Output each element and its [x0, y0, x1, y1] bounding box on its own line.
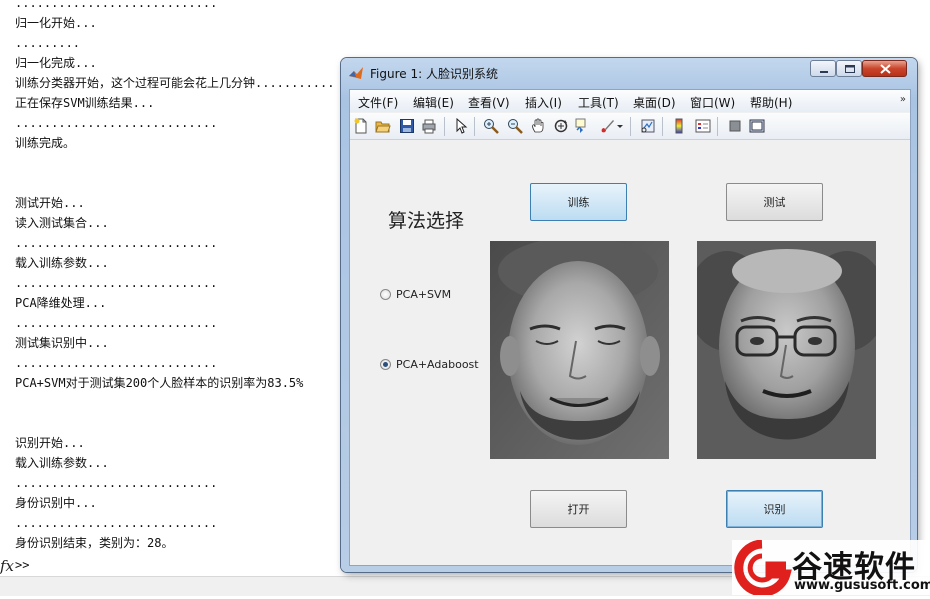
brush-icon[interactable] — [599, 118, 615, 134]
zoom-in-icon[interactable] — [483, 118, 499, 134]
legend-icon[interactable] — [695, 118, 711, 134]
console-line: ............................ — [15, 0, 218, 10]
menu-file[interactable]: 文件(F) — [358, 94, 398, 111]
show-plot-tools-icon[interactable] — [749, 118, 765, 134]
matlab-icon — [349, 67, 363, 79]
console-line: 读入测试集合... — [15, 216, 109, 230]
console-line: ............................ — [15, 356, 218, 370]
menu-insert[interactable]: 插入(I) — [525, 94, 562, 111]
maximize-button[interactable] — [836, 60, 862, 77]
console-line: 载入训练参数... — [15, 256, 109, 270]
console-line: ............................ — [15, 116, 218, 130]
toolbar-separator — [717, 117, 718, 136]
zoom-out-icon[interactable] — [507, 118, 523, 134]
recognize-button[interactable]: 识别 — [726, 490, 823, 528]
console-line: ............................ — [15, 516, 218, 530]
menu-tools[interactable]: 工具(T) — [578, 94, 619, 111]
radio-pca-svm-indicator[interactable] — [380, 289, 391, 300]
figure-client-area: 文件(F) 编辑(E) 查看(V) 插入(I) 工具(T) 桌面(D) 窗口(W… — [349, 89, 911, 566]
open-file-icon[interactable] — [375, 118, 391, 134]
print-icon[interactable] — [421, 118, 437, 134]
test-button[interactable]: 测试 — [726, 183, 823, 221]
menu-overflow-icon[interactable]: » — [900, 94, 906, 105]
menu-desktop[interactable]: 桌面(D) — [633, 94, 676, 111]
console-line: 训练分类器开始，这个过程可能会花上几分钟........... — [15, 76, 335, 90]
pan-icon[interactable] — [530, 118, 546, 134]
fx-icon: fx — [0, 557, 15, 575]
open-button[interactable]: 打开 — [530, 490, 627, 528]
data-cursor-icon[interactable] — [575, 118, 591, 134]
console-line: 训练完成。 — [15, 136, 76, 150]
console-line: 测试开始... — [15, 196, 85, 210]
face-image-match — [697, 241, 876, 459]
menu-window[interactable]: 窗口(W) — [690, 94, 735, 111]
maximize-icon — [845, 65, 855, 73]
console-line: PCA+SVM对于测试集200个人脸样本的识别率为83.5% — [15, 376, 304, 390]
toolbar-separator — [444, 117, 445, 136]
console-line: ............................ — [15, 316, 218, 330]
console-line: 归一化完成... — [15, 56, 97, 70]
figure-canvas: 训练 测试 算法选择 PCA+SVM PCA+Adaboost 打开 识别 — [350, 140, 910, 565]
console-line: 载入训练参数... — [15, 456, 109, 470]
radio-pca-adaboost-indicator[interactable] — [380, 359, 391, 370]
train-button[interactable]: 训练 — [530, 183, 627, 221]
watermark-url: www.gususoft.com — [794, 578, 930, 593]
console-line: ............................ — [15, 236, 218, 250]
menu-help[interactable]: 帮助(H) — [750, 94, 792, 111]
radio-pca-svm[interactable]: PCA+SVM — [380, 288, 451, 301]
close-button[interactable] — [862, 60, 907, 77]
console-line: 身份识别结束，类别为：28。 — [15, 536, 174, 550]
radio-pca-svm-label: PCA+SVM — [396, 288, 452, 301]
console-line: 正在保存SVM训练结果... — [15, 96, 155, 110]
pointer-icon[interactable] — [453, 118, 469, 134]
brush-dropdown-icon[interactable] — [616, 118, 624, 134]
console-line: ............................ — [15, 276, 218, 290]
console-line: 识别开始... — [15, 436, 85, 450]
save-icon[interactable] — [399, 118, 415, 134]
console-line: 归一化开始... — [15, 16, 97, 30]
link-plot-icon[interactable] — [640, 118, 656, 134]
new-figure-icon[interactable] — [353, 118, 369, 134]
rotate-3d-icon[interactable] — [553, 118, 569, 134]
menu-view[interactable]: 查看(V) — [468, 94, 510, 111]
menu-bar: 文件(F) 编辑(E) 查看(V) 插入(I) 工具(T) 桌面(D) 窗口(W… — [350, 90, 910, 112]
minimize-icon — [820, 71, 828, 73]
close-icon — [880, 64, 891, 74]
watermark-logo: 谷速软件 www.gususoft.com — [732, 539, 930, 597]
hide-plot-tools-icon[interactable] — [727, 118, 743, 134]
toolbar-separator — [630, 117, 631, 136]
console-line: PCA降维处理... — [15, 296, 107, 310]
console-line: 身份识别中... — [15, 496, 97, 510]
radio-pca-adaboost[interactable]: PCA+Adaboost — [380, 358, 479, 371]
title-bar[interactable]: Figure 1: 人脸识别系统 — [341, 58, 917, 86]
radio-pca-adaboost-label: PCA+Adaboost — [396, 358, 479, 371]
colorbar-icon[interactable] — [671, 118, 687, 134]
face-image-query — [490, 241, 669, 459]
window-title: Figure 1: 人脸识别系统 — [370, 67, 498, 81]
toolbar-separator — [662, 117, 663, 136]
console-line: ............................ — [15, 476, 218, 490]
toolbar-separator — [474, 117, 475, 136]
figure-window[interactable]: Figure 1: 人脸识别系统 文件(F) 编辑(E) 查看(V) 插入(I)… — [341, 58, 917, 572]
console-line: 测试集识别中... — [15, 336, 109, 350]
algorithm-selection-title: 算法选择 — [388, 210, 465, 232]
minimize-button[interactable] — [810, 60, 836, 77]
figure-toolbar — [350, 113, 910, 140]
command-prompt[interactable]: >> — [15, 558, 29, 572]
menu-edit[interactable]: 编辑(E) — [413, 94, 454, 111]
console-line: ......... — [15, 36, 81, 50]
